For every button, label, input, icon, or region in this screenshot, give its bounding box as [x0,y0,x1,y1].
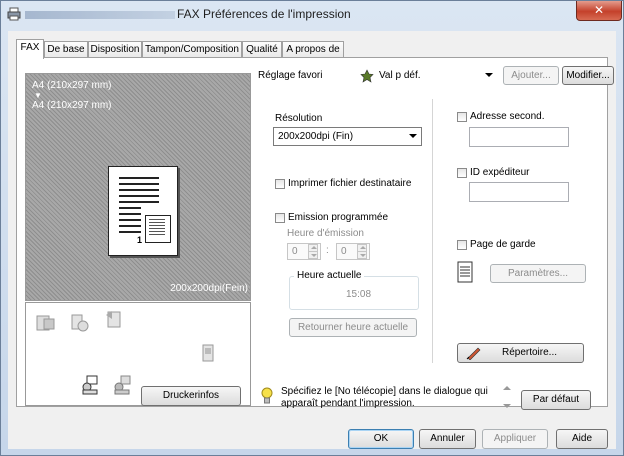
preview-original-size: A4 (210x297 mm) [32,80,112,91]
hour-value: 0 [292,246,298,257]
hint-line-2: apparaît pendant l'impression. [281,398,415,409]
chevron-down-icon [485,73,493,77]
paper-preview: A4 (210x297 mm) ▼ A4 (210x297 mm) 1 200x… [25,73,251,301]
transmission-time-label: Heure d'émission [287,228,364,239]
hour-down-icon[interactable] [308,251,318,259]
help-button[interactable]: Aide [556,429,608,449]
sender-id-input[interactable] [469,182,569,202]
print-destination-file-label: Imprimer fichier destinataire [288,178,412,189]
window-title: FAX Préférences de l'impression [177,7,351,21]
cover-page-icon [457,261,473,283]
lightbulb-icon [261,387,273,404]
favorite-selected-value: Val p déf. [379,70,421,81]
scheduled-transmission-label: Emission programmée [288,212,389,223]
tab-a-propos-de[interactable]: A propos de [282,41,344,57]
printer-icon [7,7,21,21]
sender-id-label: ID expéditeur [470,167,530,178]
page-thumbnail: 1 [108,166,178,256]
title-bar[interactable]: FAX Préférences de l'impression ✕ [1,1,623,31]
cover-page-parameters-button[interactable]: Paramètres... [490,264,586,283]
reset-current-time-button[interactable]: Retourner heure actuelle [289,318,417,337]
print-preferences-window: FAX Préférences de l'impression ✕ FAX De… [0,0,624,456]
resolution-label: Résolution [275,113,323,124]
tab-tampon-composition[interactable]: Tampon/Composition [142,41,242,57]
current-time-value: 15:08 [346,289,372,300]
current-time-label: Heure actuelle [294,270,365,281]
tab-disposition[interactable]: Disposition [88,41,142,57]
secondary-address-label: Adresse second. [470,111,545,122]
druckerinfos-button[interactable]: Druckerinfos [141,386,241,406]
tab-fax[interactable]: FAX [16,39,44,59]
secondary-address-input[interactable] [469,127,569,147]
resolution-selected-value: 200x200dpi (Fin) [278,131,354,142]
sender-icon [82,375,98,395]
chevron-down-icon [409,134,417,138]
title-obscured-region [25,11,175,19]
dialog-client: FAX De base Disposition Tampon/Compositi… [8,31,616,449]
default-button[interactable]: Par défaut [521,390,591,410]
favorite-star-icon [360,69,374,83]
hint-line-1: Spécifiez le [No télécopie] dans le dial… [281,386,488,397]
hint-scrollbar[interactable] [502,385,512,411]
close-button[interactable]: ✕ [576,1,622,21]
scroll-up-icon[interactable] [503,386,511,390]
resolution-select[interactable]: 200x200dpi (Fin) [273,127,422,146]
cover-page-checkbox[interactable] [457,240,467,250]
fax-document-icon [36,315,55,331]
apply-button[interactable]: Appliquer [482,429,548,449]
sender-id-checkbox[interactable] [457,168,467,178]
cancel-button[interactable]: Annuler [419,429,476,449]
scheduled-transmission-checkbox[interactable] [275,213,285,223]
phone-icon [202,344,214,362]
tab-de-base[interactable]: De base [44,41,88,57]
timer-document-icon [71,314,89,332]
down-arrow-icon: ▼ [34,91,42,100]
preview-output-size: A4 (210x297 mm) [32,100,112,111]
time-separator: : [326,245,329,256]
directory-button[interactable]: Répertoire... [457,343,584,363]
cover-thumbnail [145,215,171,243]
preview-resolution: 200x200dpi(Fein) [170,283,248,294]
secondary-address-checkbox[interactable] [457,112,467,122]
receiver-icon [114,375,131,395]
tab-qualite[interactable]: Qualité [242,41,282,57]
page-number: 1 [137,235,143,245]
minute-down-icon[interactable] [357,251,367,259]
modify-favorite-button[interactable]: Modifier... [562,66,614,85]
scroll-down-icon[interactable] [503,404,511,408]
print-destination-file-checkbox[interactable] [275,179,285,189]
ok-button[interactable]: OK [348,429,414,449]
directory-label: Répertoire... [501,347,558,358]
hour-stepper[interactable]: 0 [287,243,321,260]
add-favorite-button[interactable]: Ajouter... [503,66,559,85]
favorite-settings-label: Réglage favori [258,70,323,81]
column-divider [432,99,433,363]
minute-value: 0 [341,246,347,257]
phonebook-pen-icon [466,347,481,360]
minute-stepper[interactable]: 0 [336,243,370,260]
cover-page-label: Page de garde [470,239,536,250]
cover-sheet-icon [106,311,121,328]
favorite-settings-select[interactable]: Val p déf. [356,66,498,84]
